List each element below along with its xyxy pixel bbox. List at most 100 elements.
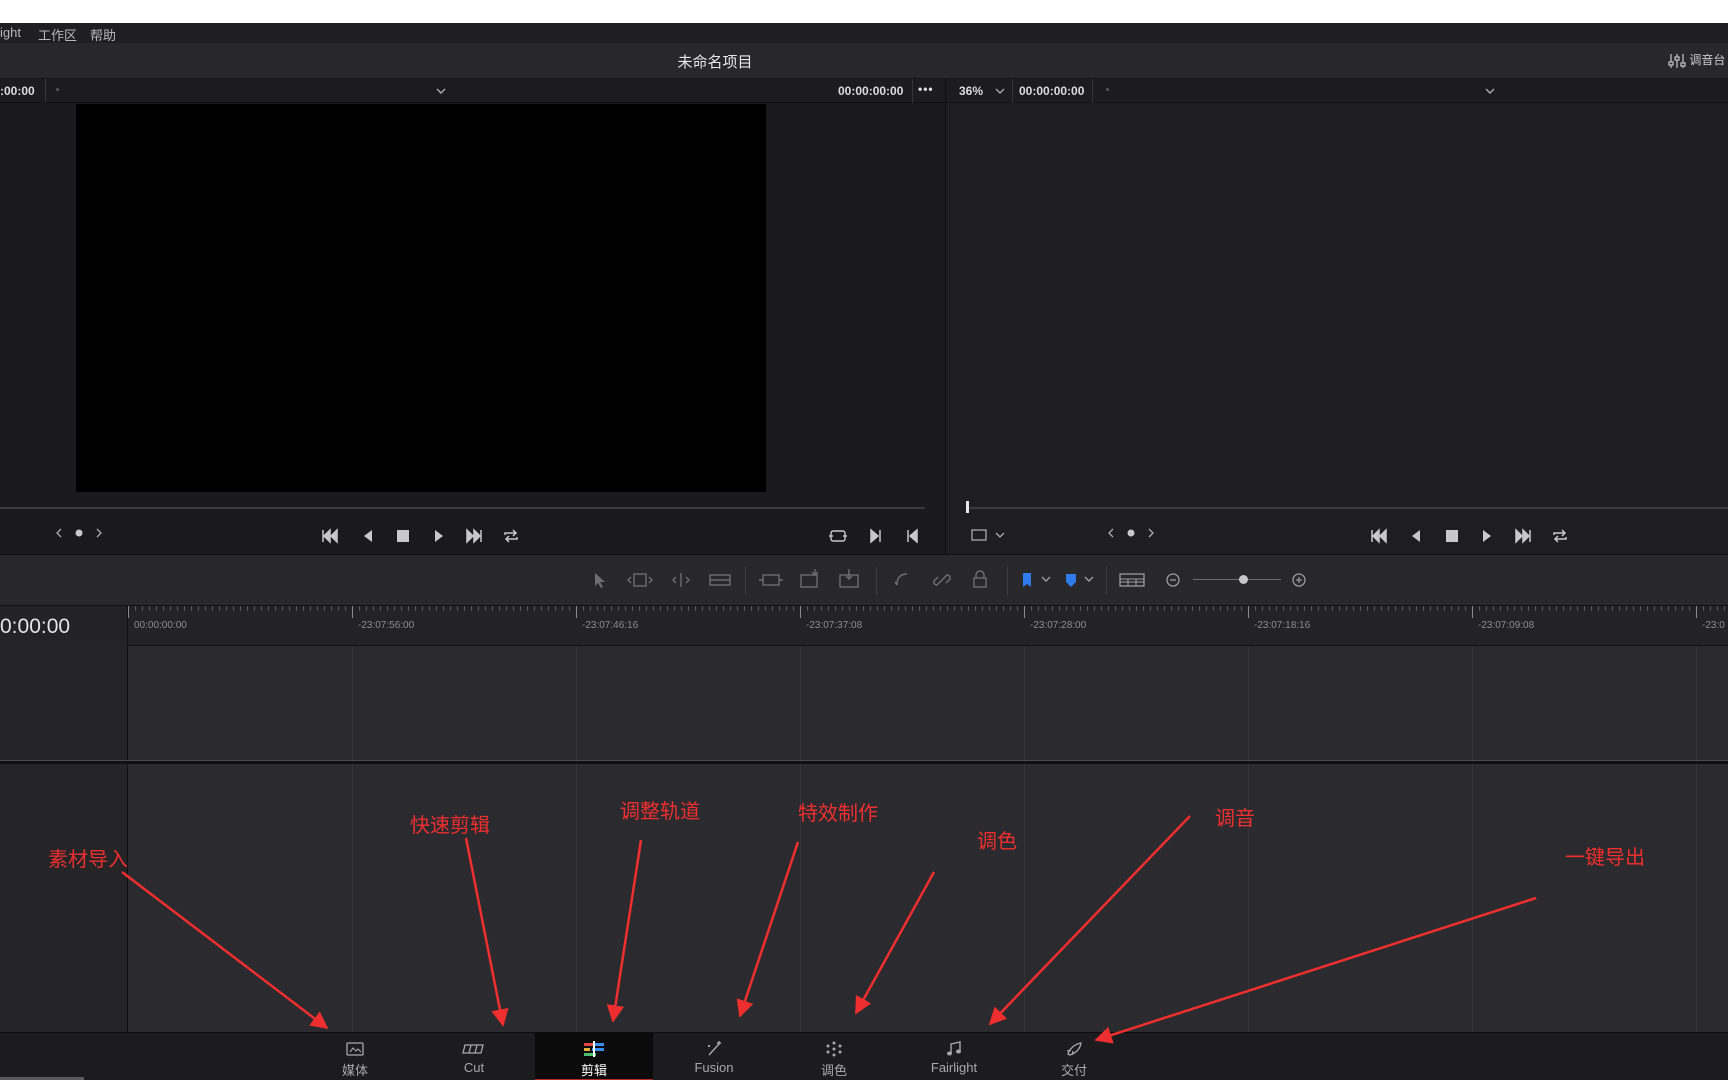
timeline-header: 0:00:00 [0,606,128,646]
audio-track-header[interactable] [0,764,128,1032]
replace-clip-icon[interactable] [836,567,864,591]
page-label-color: 调色 [820,1063,847,1078]
ruler-ticks [128,606,1725,618]
page-tab-fairlight[interactable]: Fairlight [895,1033,1013,1080]
zoom-out-icon[interactable] [1165,572,1181,588]
timeline-toolbar [0,554,1728,606]
timeline-jog-control[interactable] [1108,526,1154,540]
source-viewer-header: :00:00 00:00:00:00 ••• [0,79,945,103]
go-to-start-icon[interactable] [320,527,340,545]
page-navigation-bar: 媒体 Cut 剪辑 Fusion 调色 Fairlight 交付 [0,1032,1728,1080]
edit-icon [584,1041,604,1057]
color-icon [826,1041,842,1057]
timeline-viewer: 36% 00:00:00:00 [946,79,1728,554]
timeline-view-options-icon[interactable] [1118,571,1146,589]
timeline-ruler[interactable]: 00:00:00:00 -23:07:56:00 -23:07:46:16 -2… [128,606,1728,646]
tl-go-to-end-icon[interactable] [1513,527,1533,545]
timeline-scrub-bar[interactable] [966,507,1728,509]
loop-icon[interactable] [501,527,521,545]
deliver-icon [1066,1042,1082,1056]
ruler-label: -23:0 [1702,620,1725,631]
timeline-timecode: 0:00:00 [0,615,71,638]
playhead-marker[interactable] [966,501,969,513]
selection-tool-icon[interactable] [592,571,608,589]
media-icon [346,1042,364,1056]
source-jog-control[interactable] [56,526,102,540]
overwrite-clip-icon[interactable] [797,567,825,591]
flag-icon[interactable] [1020,571,1054,589]
insert-clip-icon[interactable] [757,569,785,591]
ruler-label: -23:07:46:16 [582,620,639,631]
page-label-fusion: Fusion [694,1060,734,1075]
tl-stop-icon[interactable] [1442,527,1462,545]
ruler-label: 00:00:00:00 [134,620,187,631]
page-label-deliver: 交付 [1060,1063,1087,1078]
tl-loop-icon[interactable] [1550,527,1570,545]
mixer-button[interactable]: 调音台 [1668,51,1728,73]
zoom-level[interactable]: 36% [959,84,983,98]
ruler-label: -23:07:37:08 [806,620,863,631]
menu-item-partial[interactable]: ight [0,25,21,40]
fusion-icon [708,1041,721,1056]
mark-out-icon[interactable] [902,527,922,545]
page-tab-edit[interactable]: 剪辑 [535,1033,653,1080]
tl-play-icon[interactable] [1477,527,1497,545]
page-label-fairlight: Fairlight [930,1060,978,1075]
video-track-header[interactable] [0,646,128,762]
tl-play-reverse-icon[interactable] [1406,527,1426,545]
page-tab-color[interactable]: 调色 [775,1033,893,1080]
trim-tool-icon[interactable] [625,571,655,589]
page-label-media: 媒体 [341,1063,368,1078]
annotation-fairlight: 调音 [1215,806,1255,830]
dynamic-trim-icon[interactable] [667,571,695,589]
annotation-deliver: 一键导出 [1565,845,1645,869]
page-label-edit: 剪辑 [580,1063,607,1078]
position-lock-icon[interactable] [972,569,988,589]
ruler-label: -23:07:28:00 [1030,620,1087,631]
zoom-dropdown-icon[interactable] [994,87,1006,95]
page-tab-fusion[interactable]: Fusion [655,1033,773,1080]
page-tab-media[interactable]: 媒体 [296,1033,414,1080]
viewer-crop-icon[interactable] [970,528,1006,542]
play-reverse-icon[interactable] [358,527,378,545]
timeline-dropdown-icon[interactable] [1484,87,1496,95]
zoom-slider-track[interactable] [1193,579,1281,580]
play-icon[interactable] [429,527,449,545]
annotation-media: 素材导入 [48,847,128,871]
blade-tool-icon[interactable] [707,571,733,589]
mixer-icon [1668,53,1686,68]
match-frame-icon[interactable] [828,527,848,545]
mark-in-icon[interactable] [866,527,886,545]
tl-go-to-start-icon[interactable] [1369,527,1389,545]
menu-bar: ight 工作区 帮助 [0,23,1728,43]
audio-track-area[interactable] [128,764,1728,1032]
page-tab-deliver[interactable]: 交付 [1015,1033,1133,1080]
linked-selection-icon[interactable] [932,571,952,589]
source-clip-dropdown-icon[interactable] [435,87,447,95]
source-video-frame [76,104,766,492]
project-title: 未命名项目 [677,54,753,71]
menu-item-help[interactable]: 帮助 [90,25,116,44]
menu-item-workspace[interactable]: 工作区 [38,25,77,44]
stop-icon[interactable] [393,527,413,545]
timeline-viewer-header: 36% 00:00:00:00 [946,79,1728,103]
go-to-end-icon[interactable] [464,527,484,545]
snapping-icon[interactable] [893,571,911,589]
marker-icon[interactable] [1063,571,1097,589]
page-label-cut: Cut [463,1060,485,1075]
timeline-viewer-timecode: 00:00:00:00 [1019,84,1085,98]
source-timecode-out: 00:00:00:00 [838,84,904,98]
title-bar: 未命名项目 调音台 [0,43,1728,79]
page-tab-cut[interactable]: Cut [415,1033,533,1080]
zoom-slider-handle[interactable] [1239,575,1248,584]
ruler-label: -23:07:56:00 [358,620,415,631]
source-scrub-bar[interactable] [0,507,925,509]
zoom-in-icon[interactable] [1291,572,1307,588]
video-track-area[interactable] [128,646,1728,762]
source-options-icon[interactable]: ••• [918,82,934,96]
annotation-fusion: 特效制作 [798,801,878,825]
fairlight-icon [947,1041,961,1056]
ruler-label: -23:07:18:16 [1254,620,1311,631]
source-timecode-in: :00:00 [0,84,35,98]
mixer-label: 调音台 [1689,53,1726,67]
